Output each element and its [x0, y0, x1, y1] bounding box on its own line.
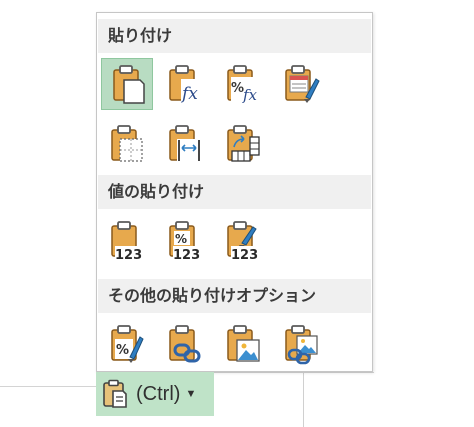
- paste-keep-source-formatting-button[interactable]: [275, 58, 327, 110]
- paste-formatting-icon: %: [111, 325, 144, 363]
- paste-values-icon: 123: [111, 221, 146, 263]
- paste-formatting-button[interactable]: %: [101, 318, 153, 370]
- sheet-column-line: [303, 372, 304, 427]
- paste-linked-picture-button[interactable]: [275, 318, 327, 370]
- svg-text:fx: fx: [242, 86, 258, 104]
- paste-keep-column-widths-icon: [169, 125, 201, 162]
- paste-transpose-icon: [227, 125, 260, 162]
- paste-linked-picture-icon: [285, 325, 318, 365]
- section-header-paste: 貼り付け: [98, 19, 371, 53]
- paste-icon: [113, 65, 145, 104]
- paste-picture-button[interactable]: [217, 318, 269, 370]
- sheet-gridline: [0, 386, 96, 387]
- paste-link-button[interactable]: [159, 318, 211, 370]
- paste-link-icon: [169, 325, 201, 363]
- paste-keep-column-widths-button[interactable]: [159, 118, 211, 170]
- paste-transpose-button[interactable]: [217, 118, 269, 170]
- svg-text:123: 123: [231, 248, 258, 263]
- chevron-down-icon: ▼: [185, 388, 197, 400]
- section-header-paste-values: 値の貼り付け: [98, 175, 371, 209]
- paste-no-borders-icon: [111, 125, 143, 162]
- paste-formula-number-format-icon: % fx: [227, 65, 260, 104]
- clipboard-icon: [102, 379, 128, 409]
- ctrl-label: (Ctrl): [136, 382, 181, 405]
- svg-text:123: 123: [115, 248, 142, 263]
- paste-picture-icon: [227, 325, 260, 362]
- paste-values-number-format-button[interactable]: % 123: [159, 214, 211, 266]
- section-header-other-paste-options: その他の貼り付けオプション: [98, 279, 371, 313]
- paste-keep-source-formatting-icon: [285, 65, 320, 103]
- svg-text:%: %: [116, 343, 129, 358]
- paste-values-source-formatting-button[interactable]: 123: [217, 214, 269, 266]
- paste-options-ctrl-button[interactable]: (Ctrl) ▼: [96, 372, 214, 416]
- svg-text:123: 123: [173, 248, 200, 263]
- svg-text:%: %: [175, 232, 187, 246]
- sheet-gridline: [214, 372, 374, 373]
- paste-button[interactable]: [101, 58, 153, 110]
- paste-no-borders-button[interactable]: [101, 118, 153, 170]
- paste-values-number-format-icon: % 123: [169, 221, 204, 263]
- paste-values-button[interactable]: 123: [101, 214, 153, 266]
- paste-formulas-button[interactable]: fx: [159, 58, 211, 110]
- paste-values-source-formatting-icon: 123: [227, 221, 262, 263]
- paste-formula-icon: fx: [169, 65, 201, 104]
- paste-formulas-number-format-button[interactable]: % fx: [217, 58, 269, 110]
- paste-options-menu: 貼り付け fx % fx 値の貼り付け 123 % 123 123 その他の貼り…: [96, 12, 373, 372]
- svg-text:fx: fx: [180, 84, 198, 104]
